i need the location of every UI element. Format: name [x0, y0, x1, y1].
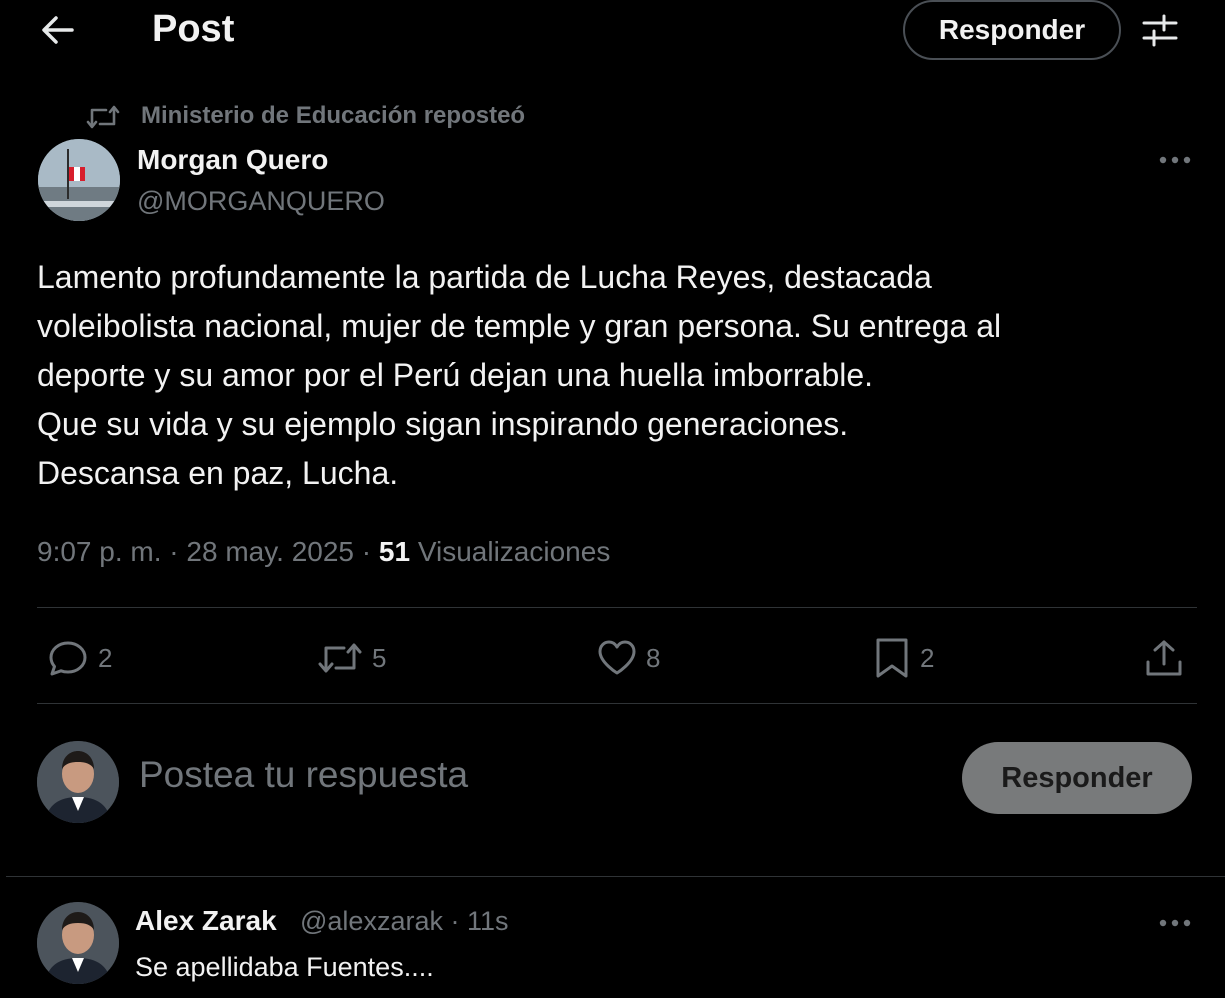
- post-body-line: Lamento profundamente la partida de Luch…: [37, 259, 932, 295]
- repost-indicator[interactable]: Ministerio de Educación reposteó: [141, 102, 525, 130]
- divider: [37, 703, 1197, 704]
- post-date[interactable]: 28 may. 2025: [186, 536, 354, 567]
- reply-time[interactable]: 11s: [467, 906, 509, 936]
- separator: ·: [450, 906, 460, 936]
- avatar[interactable]: [37, 741, 119, 823]
- post-body: Lamento profundamente la partida de Luch…: [37, 253, 1167, 498]
- reply-author-name[interactable]: Alex Zarak: [135, 905, 277, 937]
- separator: ·: [361, 536, 372, 567]
- filters-icon[interactable]: [1140, 10, 1180, 50]
- post-time[interactable]: 9:07 p. m.: [37, 536, 162, 567]
- like-count: 8: [646, 642, 661, 673]
- like-action[interactable]: 8: [596, 636, 660, 680]
- avatar[interactable]: [37, 902, 119, 984]
- author-name[interactable]: Morgan Quero: [137, 144, 328, 176]
- reply-action[interactable]: 2: [46, 636, 112, 680]
- views-label: Visualizaciones: [417, 536, 611, 567]
- page-title: Post: [152, 8, 235, 50]
- header-reply-button[interactable]: Responder: [903, 0, 1121, 60]
- back-arrow-icon[interactable]: [36, 10, 80, 50]
- bookmark-icon: [872, 636, 912, 680]
- divider: [37, 607, 1197, 608]
- avatar[interactable]: [38, 139, 120, 221]
- bookmark-action[interactable]: 2: [872, 636, 934, 680]
- reply-text: Se apellidaba Fuentes....: [135, 952, 434, 982]
- separator: ·: [169, 536, 179, 567]
- reply-count: 2: [98, 642, 113, 673]
- like-icon: [596, 638, 638, 678]
- repost-action[interactable]: 5: [316, 636, 386, 680]
- bookmark-count: 2: [920, 642, 935, 673]
- repost-count: 5: [372, 642, 387, 673]
- reply-author-handle[interactable]: @alexzarak: [300, 906, 443, 936]
- post-body-line: Que su vida y su ejemplo sigan inspirand…: [37, 406, 849, 442]
- views-count: 51: [378, 536, 411, 567]
- more-icon[interactable]: [1155, 913, 1195, 933]
- reply-input[interactable]: Postea tu respuesta: [139, 754, 468, 796]
- more-icon[interactable]: [1155, 150, 1195, 170]
- share-action[interactable]: [1144, 636, 1192, 680]
- compose-reply-button[interactable]: Responder: [962, 742, 1192, 814]
- share-icon: [1144, 638, 1184, 678]
- repost-icon: [316, 638, 364, 678]
- divider: [6, 876, 1225, 877]
- post-body-line: Descansa en paz, Lucha.: [37, 455, 399, 491]
- reply-meta: @alexzarak · 11s: [300, 906, 509, 937]
- repost-icon: [86, 102, 120, 132]
- post-body-line: deporte y su amor por el Perú dejan una …: [37, 357, 874, 393]
- post-meta: 9:07 p. m. · 28 may. 2025 · 51 Visualiza…: [37, 536, 610, 568]
- post-body-line: voleibolista nacional, mujer de temple y…: [37, 308, 1002, 344]
- author-handle[interactable]: @MORGANQUERO: [137, 186, 385, 217]
- reply-icon: [46, 638, 90, 678]
